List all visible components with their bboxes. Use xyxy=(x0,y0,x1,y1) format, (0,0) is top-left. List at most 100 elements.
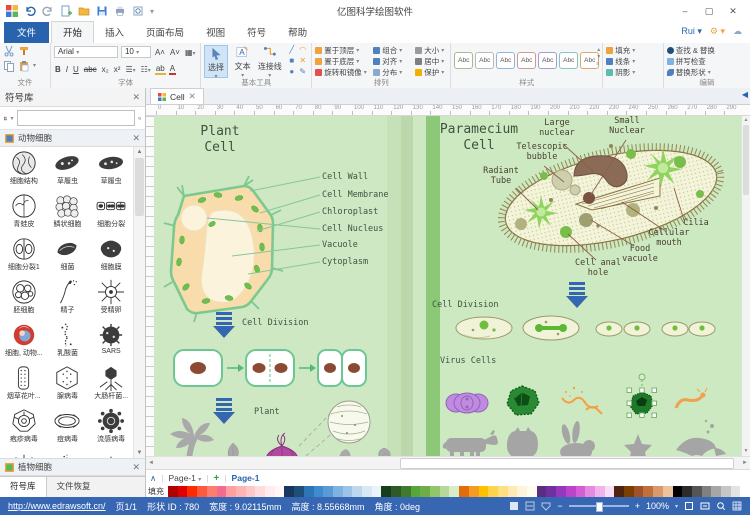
palette-swatch[interactable] xyxy=(178,486,188,497)
pen-tool-icon[interactable]: ✎ xyxy=(297,67,308,77)
palette-swatch[interactable] xyxy=(517,486,527,497)
tab-insert[interactable]: 插入 xyxy=(94,22,135,43)
grid-view-icon[interactable] xyxy=(732,501,742,511)
symbol-item[interactable]: 腺病毒 xyxy=(46,364,90,407)
palette-swatch[interactable] xyxy=(197,486,207,497)
palette-swatch[interactable] xyxy=(401,486,411,497)
grow-font-button[interactable]: A˄ xyxy=(154,48,166,57)
scroll-thumb[interactable] xyxy=(135,158,144,216)
palette-swatch[interactable] xyxy=(168,486,178,497)
style-preset-button[interactable]: Abc xyxy=(475,52,494,69)
section-close-icon[interactable]: ✕ xyxy=(132,462,140,473)
page-paramecium[interactable]: Paramecium Cell Large nuclear Small Nucl… xyxy=(426,116,742,456)
spell-check-button[interactable]: 拼写检查 xyxy=(667,56,747,67)
symbol-item[interactable]: 细胞分裂1 xyxy=(2,235,46,278)
palette-swatch[interactable] xyxy=(207,486,217,497)
palette-swatch[interactable] xyxy=(440,486,450,497)
arrange-3[interactable]: 置于底层▾ xyxy=(315,56,373,67)
symbol-item[interactable]: 草履虫 xyxy=(89,149,133,192)
tab-symbols[interactable]: 符号 xyxy=(236,22,277,43)
quick-access-dropdown-icon[interactable]: ▾ xyxy=(150,7,154,16)
delete-tool-icon[interactable]: ✕ xyxy=(297,56,308,66)
arc-tool-icon[interactable]: ◠ xyxy=(297,45,308,55)
palette-swatch[interactable] xyxy=(236,486,246,497)
palette-swatch[interactable] xyxy=(420,486,430,497)
palette-swatch[interactable] xyxy=(411,486,421,497)
slide-view-icon[interactable] xyxy=(541,501,551,511)
symbol-item[interactable]: 细胞, 动物... xyxy=(2,321,46,364)
palette-swatch[interactable] xyxy=(275,486,285,497)
palette-swatch[interactable] xyxy=(449,486,459,497)
font-family-select[interactable]: Arial ▾ xyxy=(54,46,118,58)
section-header-plant-cells[interactable]: 植物细胞 ✕ xyxy=(0,458,145,476)
print-preview-icon[interactable] xyxy=(132,5,144,17)
palette-swatch[interactable] xyxy=(643,486,653,497)
symbol-item[interactable]: 烟草花叶... xyxy=(2,364,46,407)
palette-swatch[interactable] xyxy=(352,486,362,497)
font-size-select[interactable]: 10 ▾ xyxy=(121,46,151,58)
symbol-item[interactable]: 疱疹病毒 xyxy=(2,407,46,450)
horizontal-scrollbar[interactable]: ◄ ► xyxy=(146,456,750,469)
select-tool-button[interactable]: 选择▾ xyxy=(204,45,228,78)
symbol-item[interactable] xyxy=(46,450,90,458)
palette-swatch[interactable] xyxy=(527,486,537,497)
palette-swatch[interactable] xyxy=(187,486,197,497)
palette-swatch[interactable] xyxy=(508,486,518,497)
palette-swatch[interactable] xyxy=(585,486,595,497)
list-button[interactable]: ☷▾ xyxy=(140,65,152,74)
scroll-down-icon[interactable]: ▼ xyxy=(742,447,750,456)
fill-button[interactable]: 填充▾ xyxy=(606,45,660,56)
palette-swatch[interactable] xyxy=(537,486,547,497)
italic-button[interactable]: I xyxy=(65,65,69,74)
symbol-item[interactable]: 大肠杆菌... xyxy=(89,364,133,407)
palette-swatch[interactable] xyxy=(479,486,489,497)
palette-swatch[interactable] xyxy=(673,486,683,497)
document-tab-close-icon[interactable]: ✕ xyxy=(189,91,196,102)
symbol-item[interactable]: 精子 xyxy=(46,278,90,321)
vertical-scrollbar[interactable]: ▲ ▼ xyxy=(741,116,750,456)
palette-swatch[interactable] xyxy=(304,486,314,497)
tab-file[interactable]: 文件 xyxy=(4,22,49,43)
style-preset-button[interactable]: Abc xyxy=(559,52,578,69)
line-button[interactable]: 线条▾ xyxy=(606,56,660,67)
style-scroll-up-icon[interactable]: ▲ xyxy=(596,47,601,53)
close-button[interactable]: ✕ xyxy=(722,4,744,19)
palette-swatch[interactable] xyxy=(605,486,615,497)
rectangle-tool-icon[interactable]: ■ xyxy=(286,56,297,66)
vertical-scroll-thumb[interactable] xyxy=(743,125,749,195)
scroll-up-icon[interactable]: ▲ xyxy=(134,147,145,157)
subscript-button[interactable]: x₂ xyxy=(101,65,110,74)
symbol-item[interactable]: 胚细胞 xyxy=(2,278,46,321)
symbol-item[interactable]: 草履虫 xyxy=(46,149,90,192)
tab-symbol-library[interactable]: 符号库 xyxy=(0,477,47,497)
style-preset-button[interactable]: Abc xyxy=(496,52,515,69)
new-document-icon[interactable] xyxy=(60,5,72,17)
redo-icon[interactable] xyxy=(42,5,54,17)
palette-swatch[interactable] xyxy=(740,486,750,497)
palette-swatch[interactable] xyxy=(731,486,741,497)
style-preset-button[interactable]: Abc xyxy=(517,52,536,69)
tab-home[interactable]: 开始 xyxy=(51,21,94,43)
zoom-slider[interactable] xyxy=(569,505,629,507)
collapse-pages-icon[interactable]: ∧ xyxy=(150,473,156,484)
superscript-button[interactable]: x² xyxy=(113,65,122,74)
symbol-scrollbar[interactable]: ▲ ▼ xyxy=(133,147,145,458)
tab-file-recovery[interactable]: 文件恢复 xyxy=(47,477,101,497)
arrange-0[interactable]: 置于顶层▾ xyxy=(315,45,373,56)
tab-help[interactable]: 帮助 xyxy=(277,22,318,43)
symbol-item[interactable]: SARS xyxy=(89,321,133,364)
style-more-icon[interactable]: ≡ xyxy=(596,61,601,67)
connector-tool-button[interactable]: 连接线▾ xyxy=(257,45,282,78)
add-page-button[interactable]: + xyxy=(213,473,219,484)
drawing-area[interactable]: Plant Cell Cell Wall Cell Membrane Chlor… xyxy=(146,116,750,456)
library-picker-icon[interactable] xyxy=(4,113,7,124)
scroll-left-icon[interactable]: ◄ xyxy=(148,457,154,469)
print-icon[interactable] xyxy=(114,5,126,17)
strikethrough-button[interactable]: abc xyxy=(83,65,98,74)
copy-icon[interactable] xyxy=(3,60,15,72)
palette-swatch[interactable] xyxy=(246,486,256,497)
palette-swatch[interactable] xyxy=(430,486,440,497)
palette-swatch[interactable] xyxy=(498,486,508,497)
palette-swatch[interactable] xyxy=(314,486,324,497)
palette-swatch[interactable] xyxy=(721,486,731,497)
